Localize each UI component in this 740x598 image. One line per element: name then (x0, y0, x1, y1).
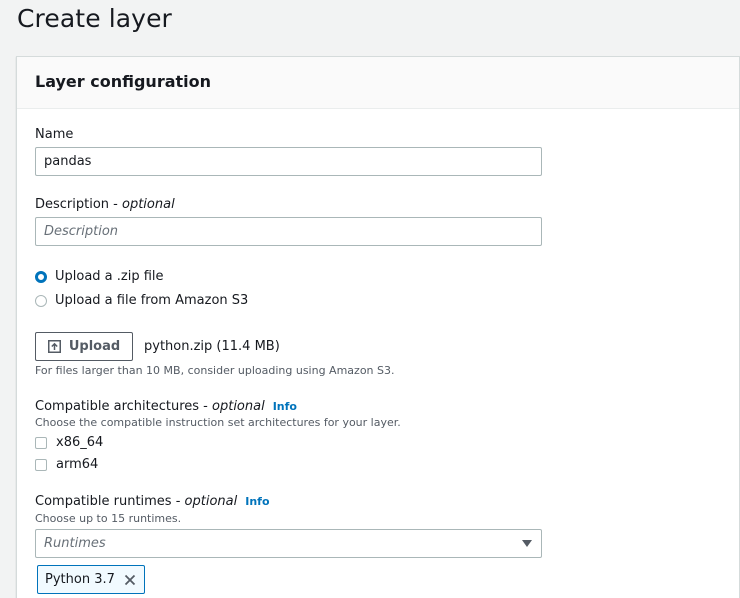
checkbox-arm64[interactable]: arm64 (35, 457, 98, 472)
runtimes-optional: optional (184, 494, 238, 509)
architectures-label: Compatible architectures - optional Info (35, 399, 297, 414)
runtimes-label-text: Compatible runtimes - (35, 494, 185, 509)
caret-down-icon (522, 540, 532, 547)
layer-configuration-panel: Layer configuration Name Description - o… (16, 56, 740, 598)
runtimes-select[interactable]: Runtimes (35, 529, 542, 558)
radio-upload-zip[interactable]: Upload a .zip file (35, 269, 164, 284)
page-title: Create layer (17, 4, 172, 33)
upload-hint: For files larger than 10 MB, consider up… (35, 364, 395, 377)
description-input[interactable] (35, 217, 542, 246)
checkbox[interactable] (35, 436, 47, 449)
runtimes-hint: Choose up to 15 runtimes. (35, 512, 182, 525)
upload-button[interactable]: Upload (35, 332, 133, 361)
name-label: Name (35, 127, 73, 142)
radio-button-checked[interactable] (35, 270, 47, 283)
name-input[interactable] (35, 147, 542, 176)
close-icon[interactable] (124, 574, 136, 586)
architectures-hint: Choose the compatible instruction set ar… (35, 416, 401, 429)
runtime-token: Python 3.7 (37, 565, 145, 594)
radio-button[interactable] (35, 294, 47, 307)
runtimes-placeholder: Runtimes (44, 536, 106, 551)
checkbox-x86_64[interactable]: x86_64 (35, 435, 103, 450)
architectures-label-text: Compatible architectures - (35, 399, 213, 414)
name-label-text: Name (35, 127, 74, 142)
checkbox-label: arm64 (56, 457, 99, 472)
radio-label: Upload a .zip file (55, 269, 164, 284)
description-optional: optional (122, 197, 175, 212)
checkbox[interactable] (35, 458, 47, 471)
description-label-text: Description - (35, 197, 122, 212)
runtimes-label: Compatible runtimes - optional Info (35, 494, 270, 509)
runtimes-info-link[interactable]: Info (245, 495, 269, 508)
radio-label: Upload a file from Amazon S3 (55, 293, 249, 308)
panel-header: Layer configuration (17, 57, 739, 109)
architectures-optional: optional (212, 399, 265, 414)
upload-button-label: Upload (68, 339, 121, 354)
architectures-info-link[interactable]: Info (273, 400, 297, 413)
upload-icon (47, 340, 61, 353)
checkbox-label: x86_64 (56, 435, 104, 450)
radio-upload-s3[interactable]: Upload a file from Amazon S3 (35, 293, 248, 308)
uploaded-file-name: python.zip (11.4 MB) (144, 339, 280, 354)
panel-title: Layer configuration (35, 72, 212, 91)
description-label: Description - optional (35, 197, 175, 212)
runtime-token-label: Python 3.7 (45, 572, 115, 587)
